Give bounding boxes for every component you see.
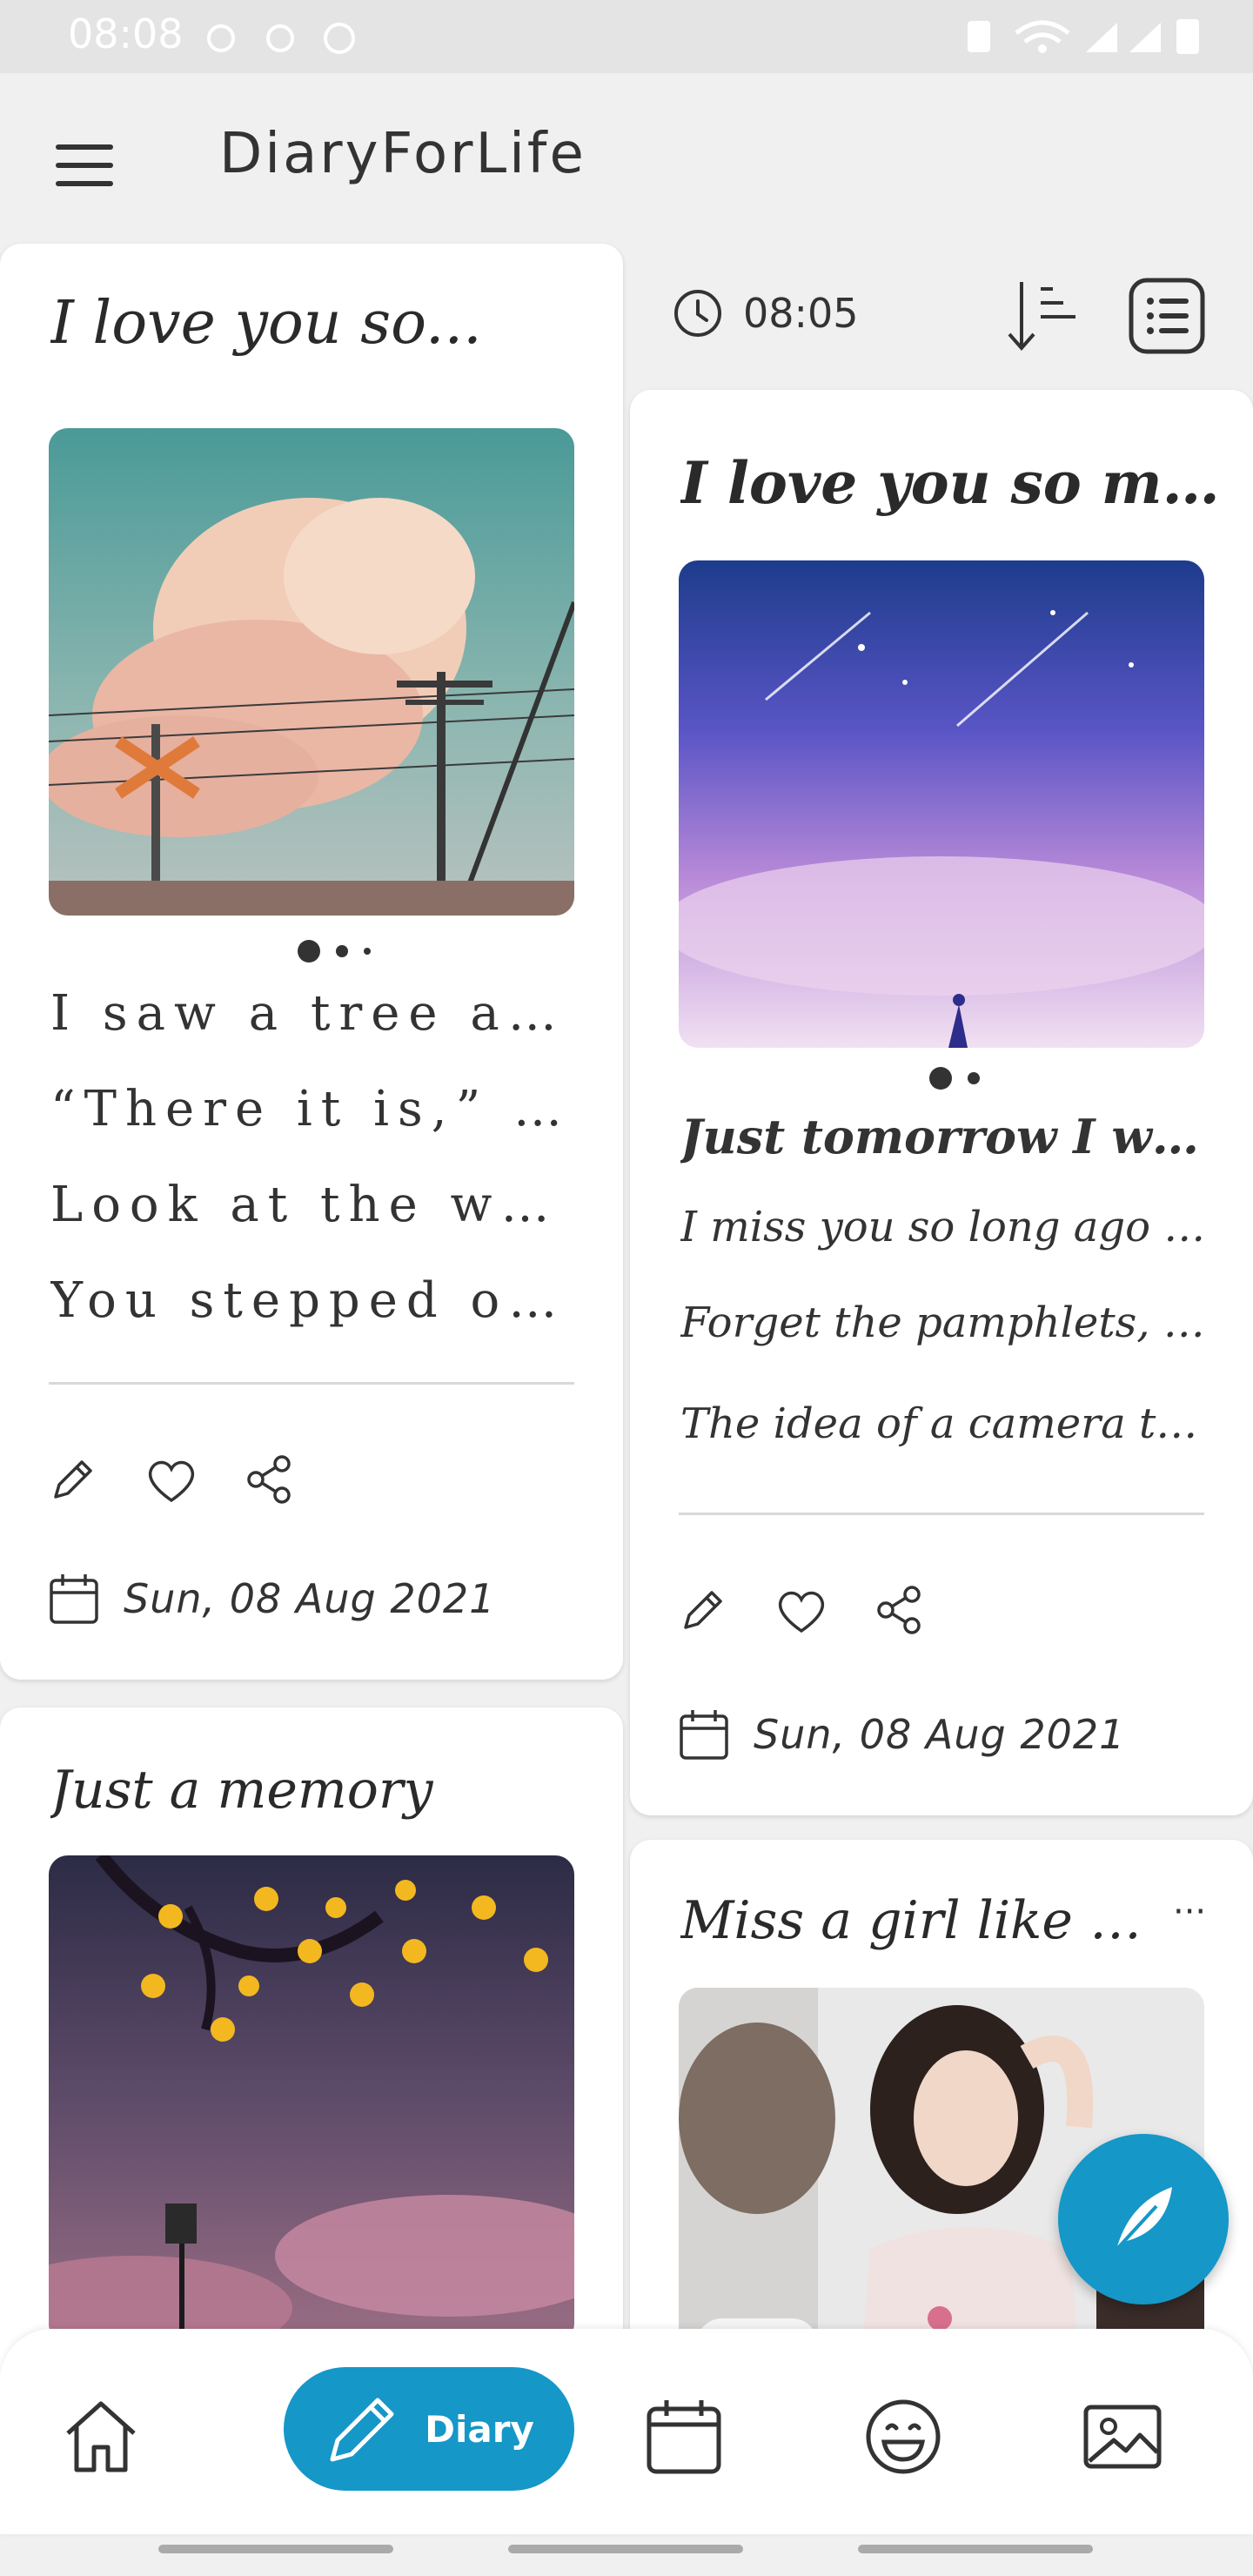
share-icon[interactable]	[874, 1584, 926, 1636]
nav-diary-label: Diary	[425, 2407, 534, 2451]
edit-icon[interactable]	[49, 1455, 97, 1504]
card-title: I love you so mu...	[680, 449, 1220, 517]
status-time: 08:08	[68, 10, 184, 57]
diary-card[interactable]: Just a memory	[0, 1707, 623, 2404]
calendar-icon[interactable]	[642, 2395, 726, 2479]
pencil-icon	[324, 2390, 402, 2468]
card-title: I love you so...	[50, 289, 482, 358]
gesture-bar	[858, 2545, 1093, 2553]
diary-card[interactable]: I love you so mu... Just tomorrow I will…	[630, 390, 1253, 1815]
more-options-icon[interactable]: ···	[1173, 1892, 1206, 1932]
card-title: Miss a girl like you...	[680, 1890, 1168, 1951]
list-view-icon[interactable]	[1128, 277, 1206, 355]
date-row: Sun, 08 Aug 2021	[679, 1707, 1125, 1761]
image-page-indicator	[298, 940, 371, 963]
time-text: 08:05	[743, 290, 859, 337]
bottom-navigation: Diary	[0, 2329, 1253, 2534]
share-icon[interactable]	[244, 1453, 296, 1506]
entry-line: I miss you so long ago ....	[680, 1203, 1206, 1251]
home-icon[interactable]	[59, 2395, 143, 2479]
gallery-icon[interactable]	[1081, 2395, 1164, 2479]
edit-icon[interactable]	[679, 1586, 727, 1634]
divider	[49, 1382, 574, 1385]
card-title: Just a memory	[50, 1760, 433, 1821]
entry-line: Forget the pamphlets, yo...	[680, 1298, 1206, 1347]
date-row: Sun, 08 Aug 2021	[49, 1572, 495, 1626]
page-dot	[336, 945, 348, 957]
entry-line: “There it is,” yo...	[50, 1081, 576, 1137]
gesture-bar	[158, 2545, 393, 2553]
entry-line: Just tomorrow I will go...	[680, 1109, 1206, 1164]
calendar-icon	[49, 1572, 99, 1626]
entry-line: The idea of a camera ta...	[680, 1399, 1206, 1448]
nav-diary-button[interactable]: Diary	[284, 2367, 574, 2491]
system-icons	[964, 16, 1208, 57]
image-page-indicator	[929, 1067, 980, 1090]
page-dot-active	[298, 940, 320, 963]
notification-icons	[202, 17, 358, 59]
page-dot-active	[929, 1067, 952, 1090]
heart-icon[interactable]	[774, 1584, 828, 1638]
divider	[679, 1513, 1204, 1515]
entry-line: Look at the way..	[50, 1177, 576, 1233]
card-image[interactable]	[49, 1855, 574, 2343]
clock-icon	[672, 287, 724, 339]
time-display: 08:05	[672, 287, 859, 339]
entry-date: Sun, 08 Aug 2021	[754, 1711, 1126, 1758]
entry-line: You stepped ove...	[50, 1272, 576, 1329]
card-image[interactable]	[49, 428, 574, 916]
entry-line: I saw a tree an...	[50, 985, 576, 1042]
entry-date: Sun, 08 Aug 2021	[124, 1575, 496, 1622]
new-entry-fab[interactable]	[1058, 2134, 1229, 2304]
page-dot	[968, 1072, 980, 1084]
heart-icon[interactable]	[144, 1453, 198, 1507]
calendar-icon	[679, 1707, 729, 1761]
feather-icon	[1104, 2180, 1183, 2258]
diary-card[interactable]: I love you so... I saw a tree an... “The…	[0, 244, 623, 1680]
status-bar: 08:08	[0, 0, 1253, 73]
gesture-bar	[508, 2545, 743, 2553]
app-bar: DiaryForLife	[0, 73, 1253, 244]
sort-icon[interactable]	[1002, 277, 1086, 355]
app-title: DiaryForLife	[219, 122, 586, 186]
mood-icon[interactable]	[861, 2395, 945, 2479]
card-image[interactable]	[679, 560, 1204, 1048]
page-dot	[364, 948, 371, 955]
hamburger-menu-icon[interactable]	[52, 134, 122, 197]
